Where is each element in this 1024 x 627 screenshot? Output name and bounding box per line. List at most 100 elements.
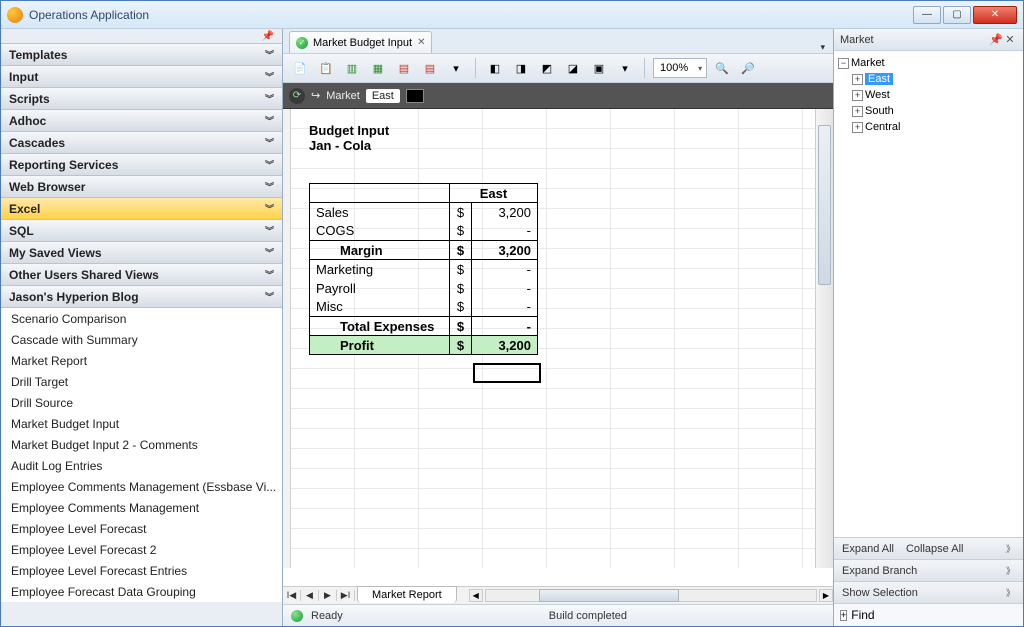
find-row: + Find xyxy=(834,604,1023,626)
list-item[interactable]: Employee Comments Management xyxy=(1,497,282,518)
row-value[interactable]: - xyxy=(472,317,538,336)
row-value[interactable]: - xyxy=(472,298,538,317)
list-item[interactable]: Drill Target xyxy=(1,371,282,392)
tree-item[interactable]: +East xyxy=(836,71,1021,87)
row-value[interactable]: 3,200 xyxy=(472,241,538,260)
toolbar-btn-a[interactable]: ◧ xyxy=(484,57,506,79)
pdf-export2-icon[interactable]: ▤ xyxy=(419,57,441,79)
pov-color-swatch[interactable] xyxy=(406,89,424,103)
find-expand-icon[interactable]: + xyxy=(840,610,847,621)
accordion-section[interactable]: Input︾ xyxy=(1,66,282,88)
horizontal-scrollbar[interactable]: ◀ ▶ xyxy=(469,587,833,604)
pin-icon[interactable]: 📌 xyxy=(262,31,274,42)
accordion-section[interactable]: Adhoc︾ xyxy=(1,110,282,132)
center-area: ✓ Market Budget Input ✕ ▾ 📄 📋 ▥ ▦ ▤ ▤ ▾ … xyxy=(283,29,833,626)
zoom-out-icon[interactable]: 🔎 xyxy=(737,57,759,79)
toolbar-dropdown-icon[interactable]: ▾ xyxy=(445,57,467,79)
row-label: Total Expenses xyxy=(310,317,450,336)
hscroll-thumb[interactable] xyxy=(539,589,679,602)
zoom-select[interactable]: 100% xyxy=(653,58,707,78)
accordion-section[interactable]: Scripts︾ xyxy=(1,88,282,110)
list-item[interactable]: Employee Forecast Data Grouping xyxy=(1,581,282,602)
row-value[interactable]: 3,200 xyxy=(472,336,538,355)
hscroll-left-icon[interactable]: ◀ xyxy=(469,589,483,602)
tree-item[interactable]: +West xyxy=(836,87,1021,103)
toolbar-btn-d[interactable]: ◪ xyxy=(562,57,584,79)
list-item[interactable]: Audit Log Entries xyxy=(1,455,282,476)
excel-export2-icon[interactable]: ▦ xyxy=(367,57,389,79)
row-currency: $ xyxy=(450,298,472,317)
sheet-nav-prev-icon[interactable]: ◀ xyxy=(301,590,319,601)
accordion-section[interactable]: My Saved Views︾ xyxy=(1,242,282,264)
toolbar-btn-c[interactable]: ◩ xyxy=(536,57,558,79)
expand-collapse-row[interactable]: Expand All Collapse All 》 xyxy=(834,538,1023,560)
expand-branch-row[interactable]: Expand Branch 》 xyxy=(834,560,1023,582)
list-item[interactable]: Market Budget Input 2 - Comments xyxy=(1,434,282,455)
excel-export-icon[interactable]: ▥ xyxy=(341,57,363,79)
grid-area[interactable]: Budget Input Jan - Cola East Sales$3,200… xyxy=(291,109,815,568)
list-item[interactable]: Employee Level Forecast 2 xyxy=(1,539,282,560)
row-label: COGS xyxy=(310,222,450,241)
tree-root[interactable]: −Market xyxy=(836,55,1021,71)
toolbar-btn-2[interactable]: 📋 xyxy=(315,57,337,79)
scrollbar-thumb[interactable] xyxy=(818,125,831,285)
report-subtitle: Jan - Cola xyxy=(309,138,389,153)
list-item[interactable]: Market Budget Input xyxy=(1,413,282,434)
row-value[interactable]: - xyxy=(472,260,538,279)
accordion-section[interactable]: Web Browser︾ xyxy=(1,176,282,198)
list-item[interactable]: Employee Comments Management (Essbase Vi… xyxy=(1,476,282,497)
sheet-tab[interactable]: Market Report xyxy=(357,586,457,603)
row-value[interactable]: 3,200 xyxy=(472,203,538,222)
sheet-nav-last-icon[interactable]: ▶I xyxy=(337,590,355,601)
titlebar[interactable]: Operations Application — ▢ ✕ xyxy=(1,1,1023,29)
maximize-button[interactable]: ▢ xyxy=(943,6,971,24)
sheet-nav-first-icon[interactable]: I◀ xyxy=(283,590,301,601)
zoom-in-icon[interactable]: 🔍 xyxy=(711,57,733,79)
tab-close-icon[interactable]: ✕ xyxy=(417,37,425,48)
sheet-nav-next-icon[interactable]: ▶ xyxy=(319,590,337,601)
list-item[interactable]: Employee Level Forecast Entries xyxy=(1,560,282,581)
close-button[interactable]: ✕ xyxy=(973,6,1017,24)
toolbar-btn-b[interactable]: ◨ xyxy=(510,57,532,79)
tab-menu-icon[interactable]: ▾ xyxy=(820,42,825,53)
list-item[interactable]: Scenario Comparison xyxy=(1,308,282,329)
toolbar: 📄 📋 ▥ ▦ ▤ ▤ ▾ ◧ ◨ ◩ ◪ ▣ ▾ 100% 🔍 🔎 xyxy=(283,53,833,83)
tree-item[interactable]: +South xyxy=(836,103,1021,119)
accordion: Templates︾Input︾Scripts︾Adhoc︾Cascades︾R… xyxy=(1,43,282,626)
window-title: Operations Application xyxy=(29,8,913,22)
row-value[interactable]: - xyxy=(472,279,538,298)
minimize-button[interactable]: — xyxy=(913,6,941,24)
toolbar-dropdown2-icon[interactable]: ▾ xyxy=(614,57,636,79)
vertical-scrollbar[interactable] xyxy=(815,109,833,568)
list-item[interactable]: Drill Source xyxy=(1,392,282,413)
pdf-export-icon[interactable]: ▤ xyxy=(393,57,415,79)
accordion-section[interactable]: Templates︾ xyxy=(1,44,282,66)
find-input[interactable] xyxy=(879,609,1021,621)
row-value[interactable]: - xyxy=(472,222,538,241)
list-item[interactable]: Cascade with Summary xyxy=(1,329,282,350)
show-selection-row[interactable]: Show Selection 》 xyxy=(834,582,1023,604)
spreadsheet[interactable]: Budget Input Jan - Cola East Sales$3,200… xyxy=(283,109,833,586)
hscroll-right-icon[interactable]: ▶ xyxy=(819,589,833,602)
list-item[interactable]: Employee Level Forecast xyxy=(1,518,282,539)
status-ready: Ready xyxy=(311,610,343,622)
panel-pin-icon[interactable]: 📌 xyxy=(989,33,1003,46)
panel-close-icon[interactable]: ✕ xyxy=(1003,33,1017,46)
pov-member[interactable]: East xyxy=(366,89,400,103)
accordion-section[interactable]: Other Users Shared Views︾ xyxy=(1,264,282,286)
pov-dimension[interactable]: Market xyxy=(326,90,360,102)
market-tree[interactable]: −Market+East+West+South+Central xyxy=(834,51,1023,537)
tree-item[interactable]: +Central xyxy=(836,119,1021,135)
row-label: Misc xyxy=(310,298,450,317)
pov-refresh-icon[interactable]: ⟳ xyxy=(289,88,305,104)
pov-arrow-icon[interactable]: ↪ xyxy=(311,89,320,102)
tab-market-budget-input[interactable]: ✓ Market Budget Input ✕ xyxy=(289,31,432,53)
toolbar-btn-1[interactable]: 📄 xyxy=(289,57,311,79)
list-item[interactable]: Market Report xyxy=(1,350,282,371)
accordion-section[interactable]: SQL︾ xyxy=(1,220,282,242)
accordion-section[interactable]: Cascades︾ xyxy=(1,132,282,154)
accordion-section[interactable]: Excel︾ xyxy=(1,198,282,220)
accordion-section[interactable]: Jason's Hyperion Blog︾ xyxy=(1,286,282,308)
toolbar-btn-e[interactable]: ▣ xyxy=(588,57,610,79)
accordion-section[interactable]: Reporting Services︾ xyxy=(1,154,282,176)
